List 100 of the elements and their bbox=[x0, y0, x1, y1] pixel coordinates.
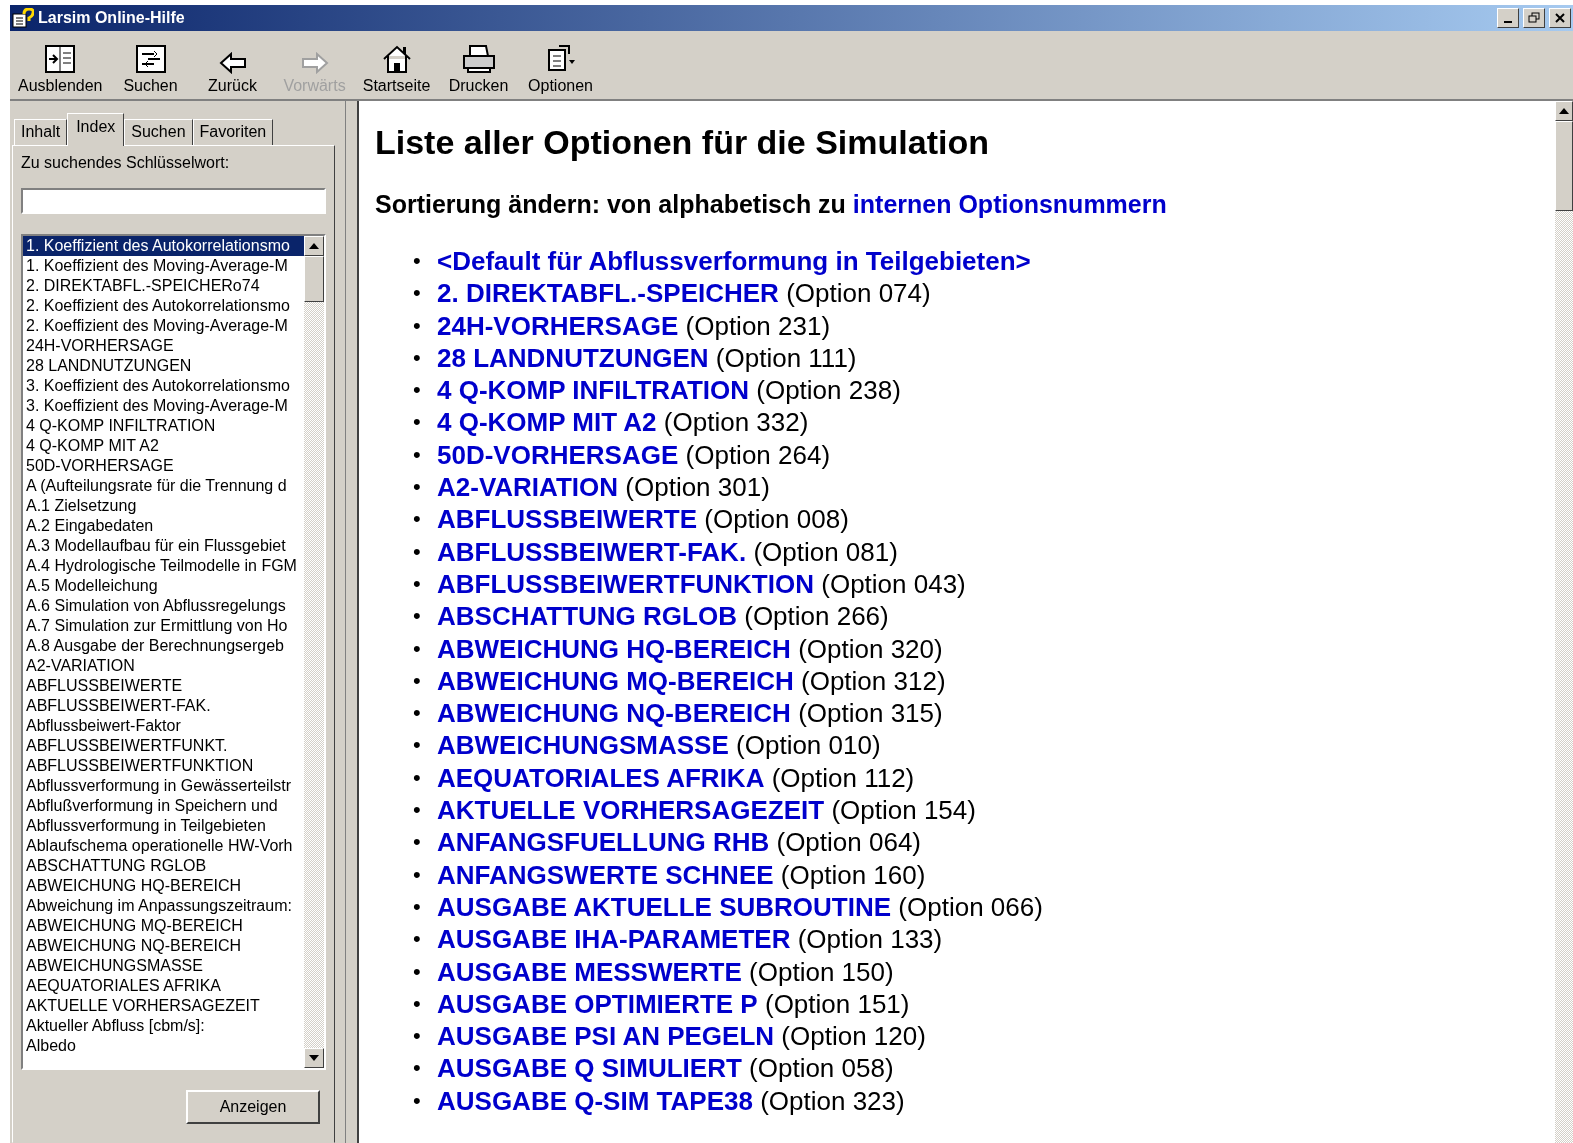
index-item[interactable]: ABSCHATTUNG RGLOB bbox=[23, 856, 304, 876]
tab[interactable]: Suchen bbox=[124, 119, 193, 145]
index-item[interactable]: ABFLUSSBEIWERTFUNKT. bbox=[23, 736, 304, 756]
index-item[interactable]: ABWEICHUNGSMASSE bbox=[23, 956, 304, 976]
option-link[interactable]: 4 Q-KOMP INFILTRATION bbox=[437, 374, 749, 407]
index-item[interactable]: A.6 Simulation von Abflussregelungs bbox=[23, 596, 304, 616]
option-number: (Option 112) bbox=[771, 761, 915, 795]
index-item[interactable]: ABWEICHUNG HQ-BEREICH bbox=[23, 876, 304, 896]
bullet: • bbox=[413, 505, 422, 534]
close-button[interactable] bbox=[1549, 8, 1571, 28]
scrollbar-thumb[interactable] bbox=[304, 256, 324, 302]
index-item[interactable]: ABFLUSSBEIWERTE bbox=[23, 676, 304, 696]
bullet: • bbox=[413, 1086, 422, 1115]
option-link[interactable]: AKTUELLE VORHERSAGEZEIT bbox=[437, 794, 825, 827]
index-item[interactable]: A.4 Hydrologische Teilmodelle in FGM bbox=[23, 556, 304, 576]
toolbar-button[interactable]: Zurück bbox=[192, 52, 273, 95]
index-item[interactable]: ABWEICHUNG MQ-BEREICH bbox=[23, 916, 304, 936]
index-item[interactable]: Abflussverformung in Teilgebieten bbox=[23, 816, 304, 836]
option-link[interactable]: ABWEICHUNG NQ-BEREICH bbox=[437, 697, 791, 730]
keyword-input[interactable] bbox=[21, 188, 326, 214]
option-link[interactable]: 2. DIREKTABFL.-SPEICHER bbox=[437, 277, 779, 310]
option-link[interactable]: AUSGABE AKTUELLE SUBROUTINE bbox=[437, 890, 892, 924]
bullet: • bbox=[413, 957, 422, 986]
index-item[interactable]: 24H-VORHERSAGE bbox=[23, 336, 304, 356]
bullet: • bbox=[413, 279, 422, 308]
option-link[interactable]: ABFLUSSBEIWERTFUNKTION bbox=[437, 567, 814, 601]
index-item[interactable]: A.5 Modelleichung bbox=[23, 576, 304, 596]
bullet: • bbox=[413, 860, 422, 889]
option-link[interactable]: AUSGABE PSI AN PEGELN bbox=[437, 1020, 775, 1053]
index-item[interactable]: 2. Koeffizient des Autokorrelationsmo bbox=[23, 296, 304, 316]
index-item[interactable]: 1. Koeffizient des Autokorrelationsmo bbox=[23, 236, 304, 256]
toolbar-button[interactable]: Suchen bbox=[110, 44, 191, 95]
index-item[interactable]: ABFLUSSBEIWERT-FAK. bbox=[23, 696, 304, 716]
option-link[interactable]: AEQUATORIALES AFRIKA bbox=[437, 761, 765, 795]
tab[interactable]: Favoriten bbox=[192, 119, 274, 145]
option-link[interactable]: 24H-VORHERSAGE bbox=[437, 309, 679, 342]
option-link[interactable]: A2-VARIATION bbox=[437, 471, 619, 504]
index-item[interactable]: A.1 Zielsetzung bbox=[23, 496, 304, 516]
option-number: (Option 154) bbox=[831, 794, 976, 827]
index-item[interactable]: A (Aufteilungsrate für die Trennung d bbox=[23, 476, 304, 496]
toolbar-button[interactable]: Ausblenden bbox=[12, 44, 109, 95]
index-item[interactable]: Abflussbeiwert-Faktor bbox=[23, 716, 304, 736]
option-link[interactable]: ANFANGSWERTE SCHNEE bbox=[437, 858, 774, 891]
index-item[interactable]: 4 Q-KOMP MIT A2 bbox=[23, 436, 304, 456]
toolbar-button[interactable]: Startseite bbox=[356, 44, 437, 95]
scrollbar-thumb[interactable] bbox=[1555, 121, 1573, 211]
index-item[interactable]: Abflußverformung in Speichern und bbox=[23, 796, 304, 816]
option-link[interactable]: AUSGABE MESSWERTE bbox=[437, 955, 742, 988]
index-item[interactable]: A.2 Eingabedaten bbox=[23, 516, 304, 536]
restore-button[interactable] bbox=[1523, 8, 1545, 28]
bullet: • bbox=[413, 925, 422, 954]
option-number: (Option 064) bbox=[776, 826, 921, 859]
option-link[interactable]: ABWEICHUNG MQ-BEREICH bbox=[437, 664, 794, 698]
index-item[interactable]: A.3 Modellaufbau für ein Flussgebiet bbox=[23, 536, 304, 556]
option-link[interactable]: ABWEICHUNG HQ-BEREICH bbox=[437, 632, 791, 665]
option-link[interactable]: ABWEICHUNGSMASSE bbox=[437, 729, 729, 762]
option-link[interactable]: ANFANGSFUELLUNG RHB bbox=[437, 826, 770, 859]
option-link[interactable]: ABFLUSSBEIWERTE bbox=[437, 503, 697, 536]
index-item[interactable]: 2. Koeffizient des Moving-Average-M bbox=[23, 316, 304, 336]
index-item[interactable]: 3. Koeffizient des Autokorrelationsmo bbox=[23, 376, 304, 396]
sort-link[interactable]: internen Optionsnummern bbox=[852, 190, 1167, 218]
index-item[interactable]: 3. Koeffizient des Moving-Average-M bbox=[23, 396, 304, 416]
index-item[interactable]: AEQUATORIALES AFRIKA bbox=[23, 976, 304, 996]
index-item[interactable]: ABFLUSSBEIWERTFUNKTION bbox=[23, 756, 304, 776]
option-link[interactable]: AUSGABE Q-SIM TAPE38 bbox=[437, 1084, 753, 1117]
tab[interactable]: Inhalt bbox=[14, 119, 68, 145]
index-item[interactable]: 28 LANDNUTZUNGEN bbox=[23, 356, 304, 376]
index-item[interactable]: 1. Koeffizient des Moving-Average-M bbox=[23, 256, 304, 276]
toolbar-button[interactable]: Drucken bbox=[438, 44, 519, 95]
option-link[interactable]: <Default für Abflussverformung in Teilgebieten> bbox=[437, 245, 1031, 278]
index-item[interactable]: Albedo bbox=[23, 1036, 304, 1056]
scrollbar[interactable] bbox=[1555, 101, 1573, 1143]
option-link[interactable]: 50D-VORHERSAGE bbox=[437, 438, 679, 472]
index-item[interactable]: 4 Q-KOMP INFILTRATION bbox=[23, 416, 304, 436]
index-item[interactable]: AKTUELLE VORHERSAGEZEIT bbox=[23, 996, 304, 1016]
bullet: • bbox=[413, 699, 422, 728]
show-button[interactable]: Anzeigen bbox=[186, 1090, 320, 1124]
option-link[interactable]: AUSGABE IHA-PARAMETER bbox=[437, 923, 791, 956]
index-item[interactable]: 50D-VORHERSAGE bbox=[23, 456, 304, 476]
option-link[interactable]: ABFLUSSBEIWERT-FAK. bbox=[437, 535, 747, 568]
index-item[interactable]: ABWEICHUNG NQ-BEREICH bbox=[23, 936, 304, 956]
index-item[interactable]: Ablaufschema operationelle HW-Vorh bbox=[23, 836, 304, 856]
option-number: (Option 066) bbox=[898, 890, 1043, 924]
index-item[interactable]: A.7 Simulation zur Ermittlung von Ho bbox=[23, 616, 304, 636]
option-link[interactable]: AUSGABE OPTIMIERTE P bbox=[437, 987, 758, 1021]
tab[interactable]: Index bbox=[67, 113, 125, 146]
option-link[interactable]: ABSCHATTUNG RGLOB bbox=[437, 600, 737, 633]
index-item[interactable]: Aktueller Abfluss [cbm/s]: bbox=[23, 1016, 304, 1036]
minimize-button[interactable] bbox=[1497, 8, 1519, 28]
option-link[interactable]: AUSGABE Q SIMULIERT bbox=[437, 1052, 742, 1085]
option-link[interactable]: 4 Q-KOMP MIT A2 bbox=[437, 406, 657, 439]
option-number: (Option 231) bbox=[685, 309, 831, 342]
index-item[interactable]: Abweichung im Anpassungszeitraum: bbox=[23, 896, 304, 916]
index-item[interactable]: Abflussverformung in Gewässerteilstr bbox=[23, 776, 304, 796]
option-link[interactable]: 28 LANDNUTZUNGEN bbox=[437, 341, 709, 375]
index-item[interactable]: A2-VARIATION bbox=[23, 656, 304, 676]
index-item[interactable]: A.8 Ausgabe der Berechnungsergeb bbox=[23, 636, 304, 656]
toolbar-button[interactable]: Optionen bbox=[520, 44, 601, 95]
index-item[interactable]: 2. DIREKTABFL.-SPEICHERo74 bbox=[23, 276, 304, 296]
scrollbar[interactable] bbox=[304, 236, 324, 1068]
